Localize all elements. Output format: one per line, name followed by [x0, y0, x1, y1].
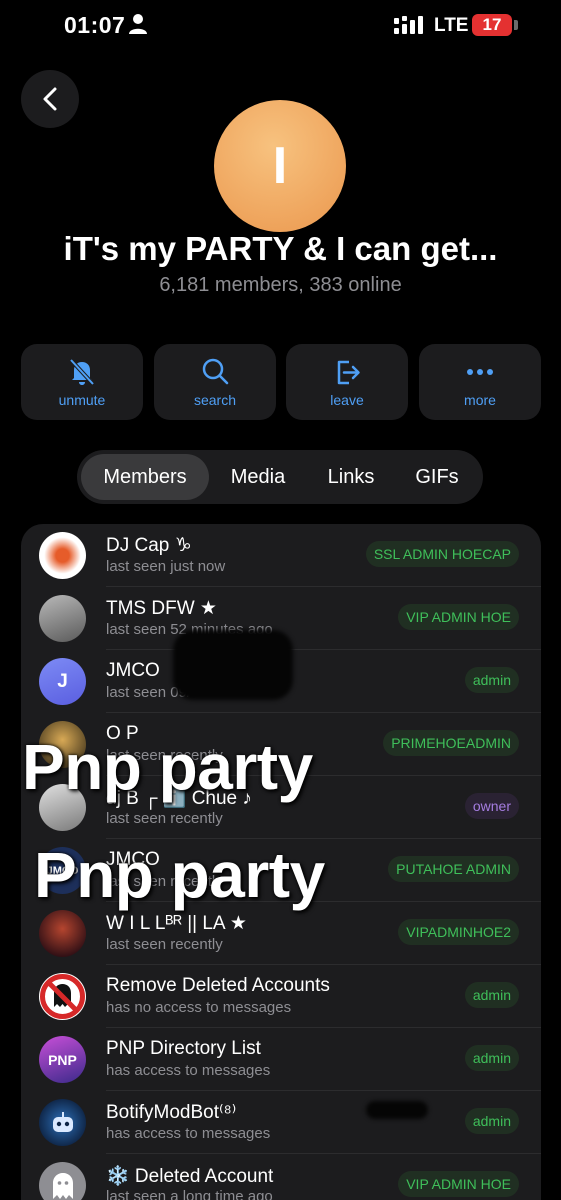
leave-button[interactable]: leave [286, 344, 408, 420]
search-icon [202, 358, 229, 385]
role-badge: admin [464, 982, 519, 1008]
avatar [39, 973, 86, 1020]
more-button[interactable]: more [419, 344, 541, 420]
back-button[interactable] [21, 70, 79, 128]
avatar [39, 532, 86, 579]
member-name: W I L Lᴮᴿ || LA ★ [106, 913, 247, 934]
member-name: ❄️ Deleted Account [106, 1166, 274, 1187]
role-badge: admin [464, 667, 519, 693]
role-badge: PRIMEHOEADMIN [383, 730, 519, 756]
chevron-left-icon [43, 87, 57, 111]
overlay-caption: Pnp party [34, 839, 325, 911]
group-member-count: 6,181 members, 383 online [159, 274, 402, 296]
member-status: has access to messages [106, 1062, 271, 1079]
member-status: last seen just now [106, 558, 226, 575]
member-name: PNP Directory List [106, 1038, 261, 1059]
unmute-button[interactable]: unmute [21, 344, 143, 420]
ghost-icon [52, 1172, 73, 1199]
role-badge: VIP ADMIN HOE [398, 1171, 519, 1197]
member-name: Remove Deleted Accounts [106, 975, 330, 996]
bell-muted-icon [69, 358, 95, 386]
list-item[interactable]: PNP PNP Directory List has access to mes… [21, 1028, 541, 1091]
member-status: last seen recently [106, 936, 223, 953]
list-item[interactable]: BotifyModBot⁽⁸⁾ has access to messages a… [21, 1091, 541, 1154]
robot-icon [52, 1111, 73, 1132]
unmute-label: unmute [58, 392, 106, 408]
group-title: iT's my PARTY & I can get... [63, 230, 498, 267]
person-icon [129, 14, 147, 34]
redaction-mark [173, 630, 293, 700]
list-item[interactable]: ❄️ Deleted Account last seen a long time… [21, 1154, 541, 1200]
signal-icon [394, 16, 423, 34]
list-item[interactable]: Remove Deleted Accounts has no access to… [21, 965, 541, 1028]
action-bar: unmute search leave more [21, 344, 541, 420]
tab-media[interactable]: Media [213, 454, 303, 500]
tab-gifs[interactable]: GIFs [397, 454, 477, 500]
search-button[interactable]: search [154, 344, 276, 420]
redaction-mark [366, 1101, 428, 1119]
role-badge: VIPADMINHOE2 [398, 919, 519, 945]
member-name: TMS DFW ★ [106, 598, 217, 619]
search-label: search [193, 392, 237, 408]
group-avatar[interactable]: I [214, 100, 346, 232]
member-status: has no access to messages [106, 999, 292, 1016]
tab-members[interactable]: Members [81, 454, 209, 500]
battery-tip [514, 20, 518, 30]
leave-icon [337, 360, 360, 385]
avatar: PNP [39, 1036, 86, 1083]
tab-bar: Members Media Links GIFs [77, 450, 483, 504]
network-type: LTE [434, 15, 469, 36]
more-icon [467, 369, 493, 375]
role-badge: admin [464, 1045, 519, 1071]
member-status: last seen a long time ago [106, 1188, 273, 1200]
no-ghost-icon [40, 974, 85, 1019]
list-item[interactable]: DJ Cap ♑ last seen just now SSL ADMIN HO… [21, 524, 541, 587]
status-bar: 01:07 LTE 17 [0, 0, 561, 52]
role-badge: owner [464, 793, 519, 819]
status-time: 01:07 [64, 12, 126, 38]
member-name: JMCO [106, 660, 160, 681]
member-status: has access to messages [106, 1125, 271, 1142]
member-name: DJ Cap ♑ [106, 535, 192, 556]
member-name: BotifyModBot⁽⁸⁾ [106, 1102, 237, 1123]
more-label: more [464, 392, 496, 408]
role-badge: VIP ADMIN HOE [398, 604, 519, 630]
role-badge: SSL ADMIN HOECAP [365, 541, 519, 567]
avatar [39, 1099, 86, 1146]
tab-links[interactable]: Links [307, 454, 395, 500]
overlay-caption: Pnp party [22, 731, 313, 803]
role-badge: admin [464, 1108, 519, 1134]
avatar [39, 595, 86, 642]
role-badge: PUTAHOE ADMIN [388, 856, 519, 882]
avatar [39, 910, 86, 957]
battery-icon: 17 [472, 14, 512, 36]
member-status: last seen recently [106, 810, 223, 827]
avatar [39, 1162, 86, 1200]
avatar: J [39, 658, 86, 705]
leave-label: leave [330, 392, 364, 408]
